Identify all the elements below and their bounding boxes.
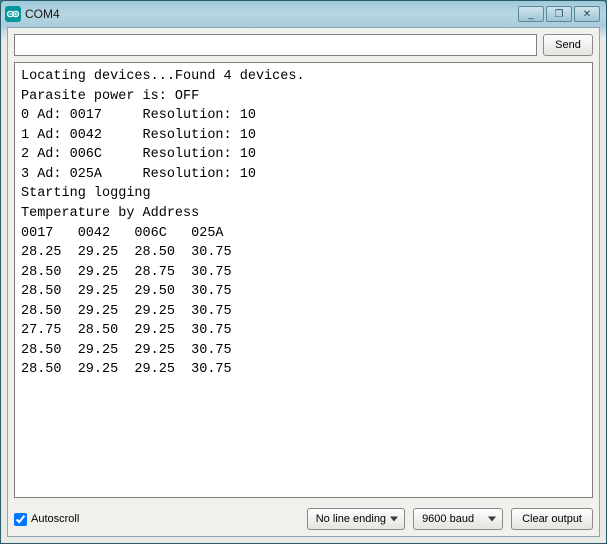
clear-output-button[interactable]: Clear output (511, 508, 593, 530)
bottom-bar: Autoscroll No line ending 9600 baud Clea… (8, 504, 599, 536)
baud-select[interactable]: 9600 baud (413, 508, 503, 530)
command-input[interactable] (14, 34, 537, 56)
maximize-button[interactable]: ❐ (546, 6, 572, 22)
serial-output[interactable]: Locating devices...Found 4 devices. Para… (14, 62, 593, 498)
window-title: COM4 (25, 7, 518, 21)
line-ending-select[interactable]: No line ending (307, 508, 405, 530)
chevron-down-icon (390, 517, 398, 522)
baud-value: 9600 baud (422, 513, 474, 525)
window-controls: _ ❐ ✕ (518, 6, 600, 22)
autoscroll-checkbox[interactable]: Autoscroll (14, 513, 79, 526)
client-area: Send Locating devices...Found 4 devices.… (7, 27, 600, 537)
titlebar[interactable]: COM4 _ ❐ ✕ (1, 1, 606, 27)
serial-monitor-window: COM4 _ ❐ ✕ Send Locating devices...Found… (0, 0, 607, 544)
close-button[interactable]: ✕ (574, 6, 600, 22)
chevron-down-icon (488, 517, 496, 522)
arduino-icon (5, 6, 21, 22)
send-button[interactable]: Send (543, 34, 593, 56)
autoscroll-label: Autoscroll (31, 513, 79, 525)
send-row: Send (8, 28, 599, 62)
autoscroll-input[interactable] (14, 513, 27, 526)
line-ending-value: No line ending (316, 513, 386, 525)
minimize-button[interactable]: _ (518, 6, 544, 22)
